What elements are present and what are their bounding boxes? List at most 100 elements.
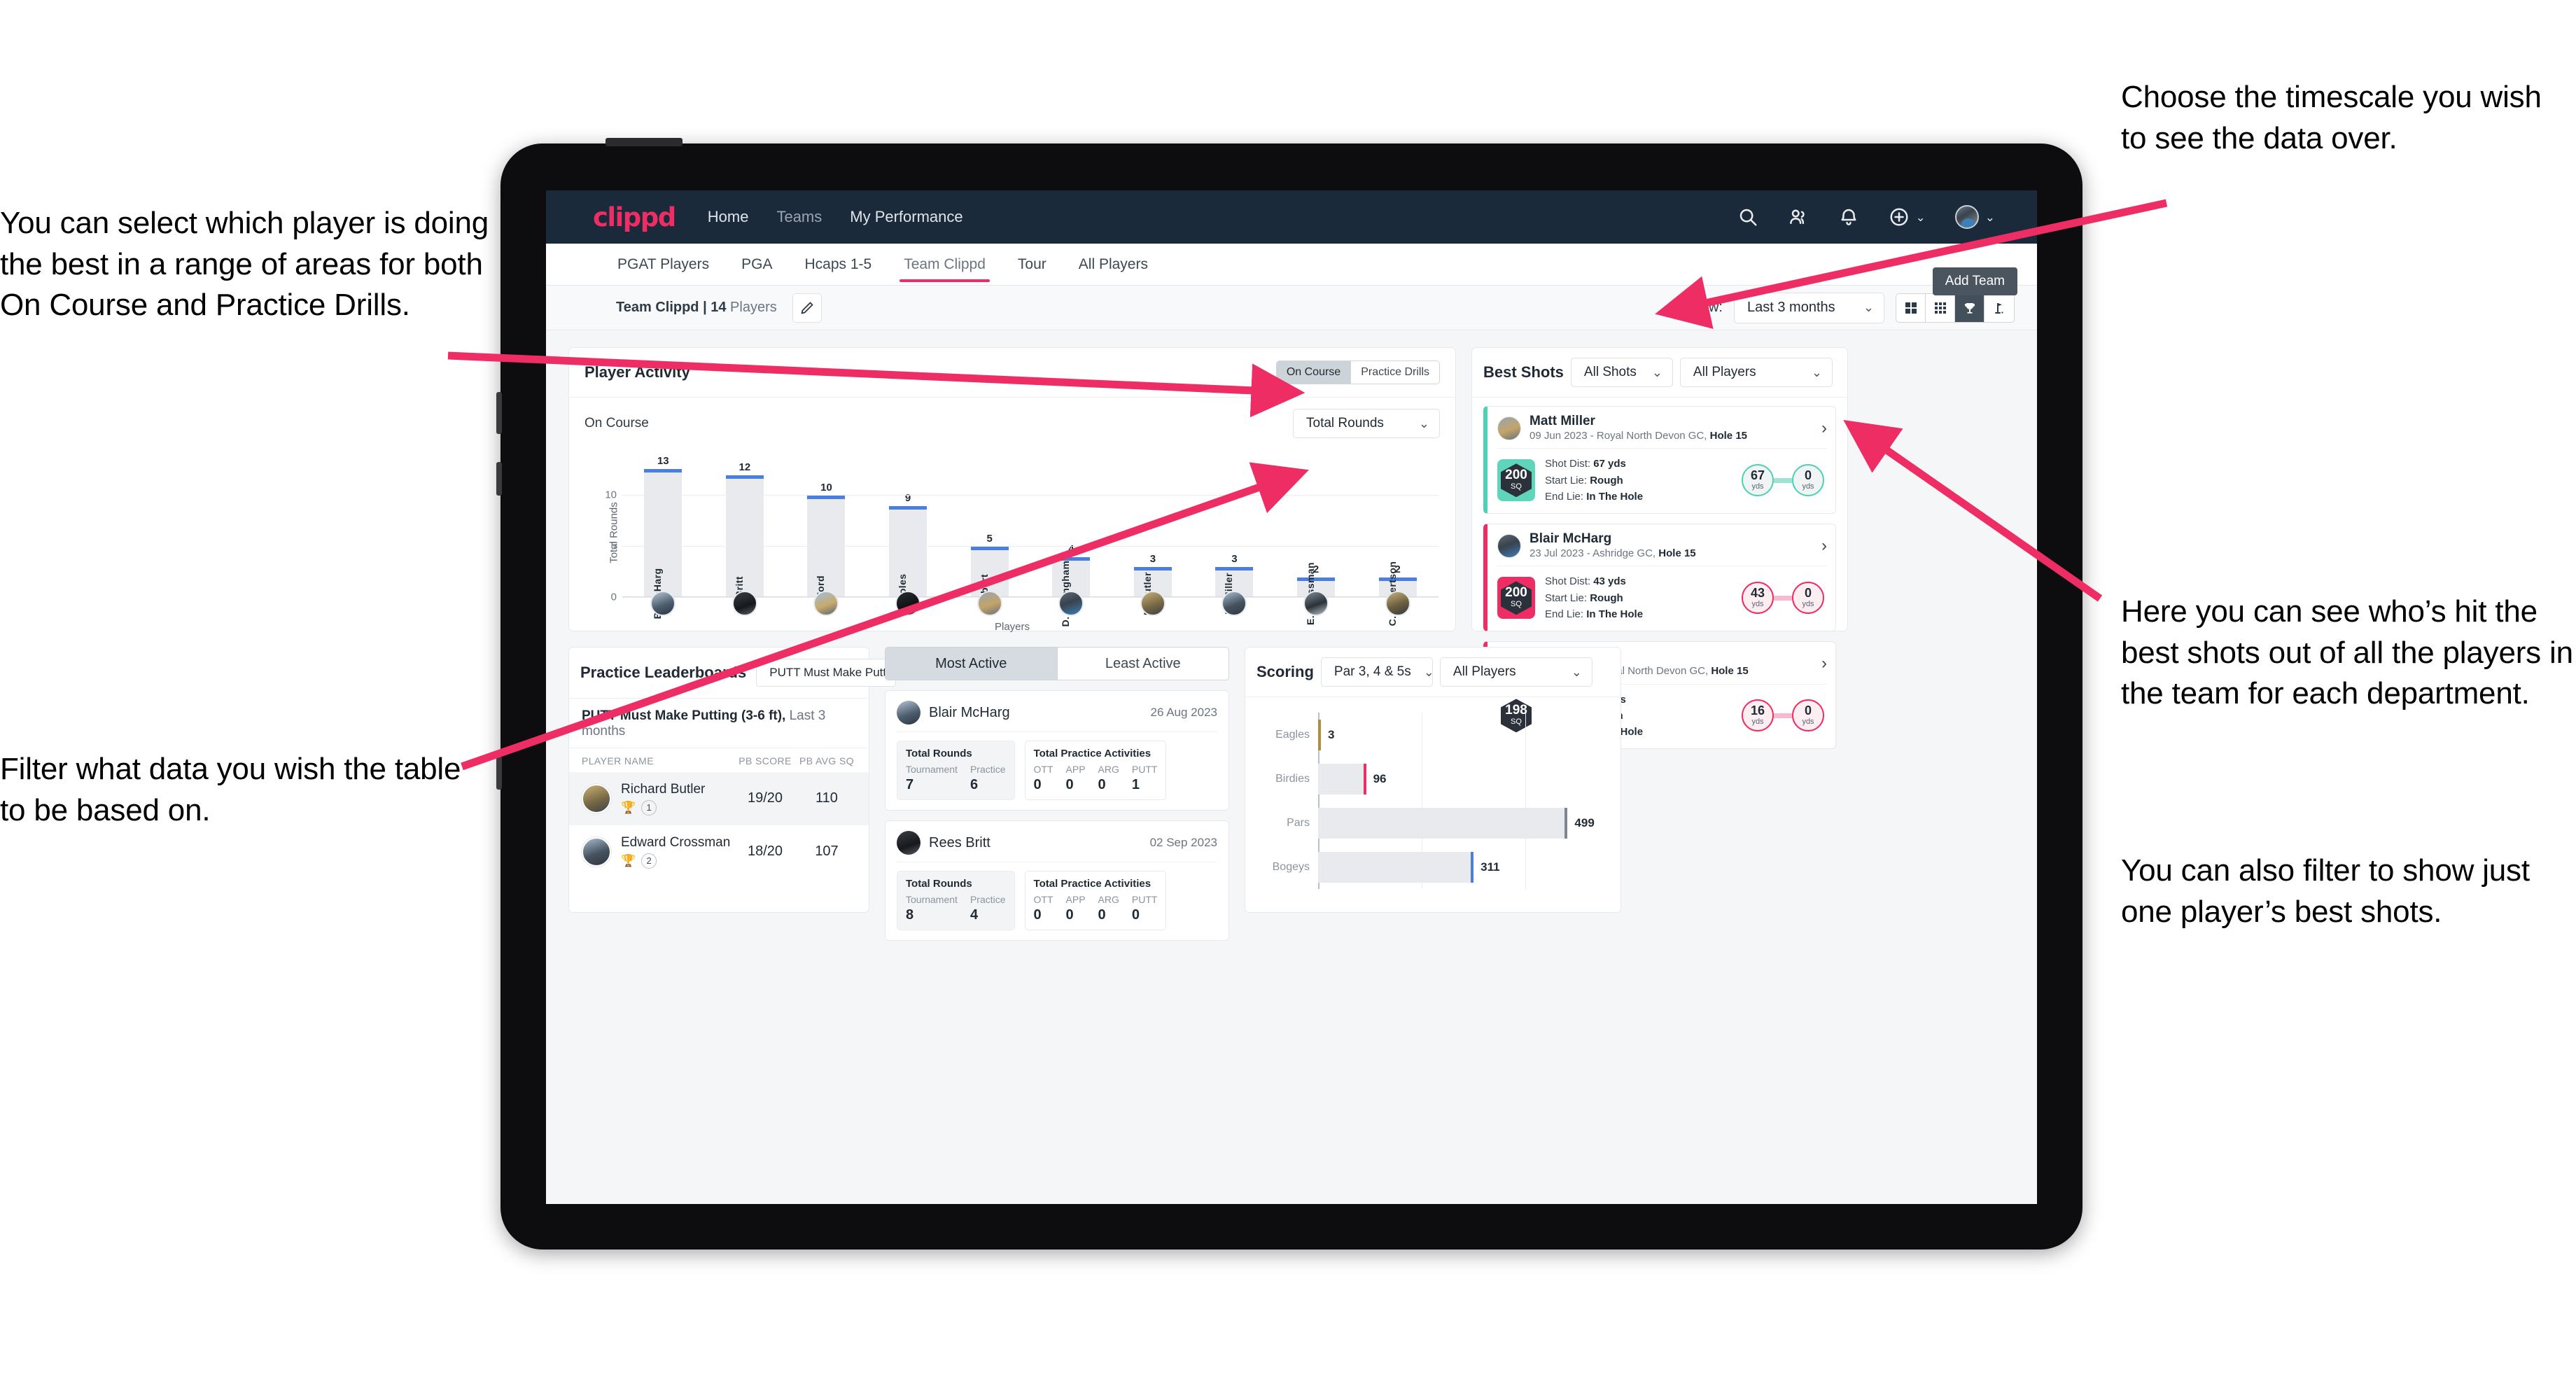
bell-icon[interactable] xyxy=(1838,206,1859,227)
shot-player-select[interactable]: All Players ⌄ xyxy=(1679,358,1833,387)
chart-bar[interactable]: B. McHarg xyxy=(644,469,682,619)
view-grid-large-button[interactable] xyxy=(1896,293,1926,322)
view-grid-small-button[interactable] xyxy=(1926,293,1955,322)
chart-bar[interactable]: J. Coles xyxy=(889,505,927,613)
clippd-logo[interactable]: clippd xyxy=(593,202,676,232)
chart-y-tick: 0 xyxy=(610,591,617,603)
best-shot-body: 200 SQ Shot Dist: 67 yds Start Lie: Rough En… xyxy=(1497,449,1827,505)
best-shot-card[interactable]: Blair McHarg 23 Jul 2023 - Ashridge GC, H… xyxy=(1483,524,1836,632)
start-lie-line: Start Lie: Rough xyxy=(1545,590,1643,606)
best-shot-meta: 09 Jun 2023 - Royal North Devon GC, Hole… xyxy=(1530,429,1747,443)
top-navbar: clippd Home Teams My Performance ⌄ ⌄ xyxy=(546,190,2037,244)
chevron-right-icon[interactable]: › xyxy=(1821,654,1827,672)
team-name: Team Clippd xyxy=(616,300,699,315)
tab-team-clippd[interactable]: Team Clippd xyxy=(899,246,990,282)
avatar[interactable] xyxy=(1954,205,1979,229)
chart-bar-value: 10 xyxy=(820,482,832,494)
shot-end-value: 0 xyxy=(1804,468,1812,482)
scoring-bar[interactable] xyxy=(1318,719,1321,750)
toggle-practice-drills[interactable]: Practice Drills xyxy=(1351,361,1439,384)
chart-bar[interactable]: R. Britt xyxy=(725,475,764,611)
profile-menu[interactable]: ⌄ xyxy=(1954,205,1995,229)
scoring-row: Eagles 3 xyxy=(1254,719,1608,750)
plus-circle-icon[interactable] xyxy=(1889,206,1910,227)
nav-link-my-performance[interactable]: My Performance xyxy=(850,208,962,226)
rounds-column: Practice 6 xyxy=(969,764,1006,792)
on-course-label: On Course xyxy=(584,416,649,430)
activity-date: 26 Aug 2023 xyxy=(1150,706,1217,719)
toggle-on-course[interactable]: On Course xyxy=(1276,361,1352,384)
chart-gridline: 5 xyxy=(611,540,1438,552)
activity-card[interactable]: Rees Britt 02 Sep 2023 Total Rounds Tournam… xyxy=(885,820,1229,941)
chevron-right-icon[interactable]: › xyxy=(1821,419,1827,437)
practice-column: OTT 0 xyxy=(1033,894,1054,923)
chevron-right-icon[interactable]: › xyxy=(1821,537,1827,554)
player-avatar[interactable] xyxy=(1222,591,1247,616)
tablet-top-button xyxy=(606,138,682,146)
player-avatar[interactable] xyxy=(1385,591,1410,616)
shot-start-unit: yds xyxy=(1751,482,1764,491)
chart-bar-column: 9J. Coles xyxy=(867,455,949,613)
scoring-row: Birdies 96 xyxy=(1254,763,1608,794)
player-avatar[interactable] xyxy=(1303,591,1329,616)
scoring-value: 96 xyxy=(1373,771,1387,785)
app-screen: clippd Home Teams My Performance ⌄ ⌄ PGA… xyxy=(546,190,2037,1204)
timescale-select[interactable]: Last 3 months ⌄ xyxy=(1734,292,1884,323)
best-shot-card[interactable]: Matt Miller 09 Jun 2023 - Royal North Dev… xyxy=(1483,406,1836,514)
scoring-player-value: All Players xyxy=(1452,664,1516,679)
avatar xyxy=(897,831,920,855)
player-avatar[interactable] xyxy=(813,591,839,616)
total-practice-title: Total Practice Activities xyxy=(1033,748,1152,760)
shot-type-select[interactable]: All Shots ⌄ xyxy=(1570,358,1673,387)
scoring-value: 3 xyxy=(1328,727,1335,741)
view-trophy-button[interactable] xyxy=(1955,293,1984,322)
tab-tour[interactable]: Tour xyxy=(1016,246,1048,282)
people-icon[interactable] xyxy=(1788,206,1809,227)
team-title: Team Clippd | 14 Players xyxy=(616,300,777,316)
add-menu[interactable]: ⌄ xyxy=(1889,206,1926,227)
shot-player-value: All Players xyxy=(1693,365,1756,379)
scoring-bar[interactable] xyxy=(1318,763,1366,794)
shot-distance-diagram: 16 yds 0 yds xyxy=(1742,699,1827,732)
table-row[interactable]: Edward Crossman 🏆 2 18/20 107 xyxy=(569,825,869,878)
player-avatar[interactable] xyxy=(650,591,676,616)
tab-least-active[interactable]: Least Active xyxy=(1058,648,1229,680)
chart-plot-area: 13B. McHarg12R. Britt10D. Ford9J. Coles5… xyxy=(605,455,1438,626)
tab-hcaps-1-5[interactable]: Hcaps 1-5 xyxy=(803,246,873,282)
scoring-bar[interactable] xyxy=(1318,851,1474,883)
tab-most-active[interactable]: Most Active xyxy=(886,648,1058,680)
total-rounds-title: Total Rounds xyxy=(906,878,972,890)
shot-dist-label: Shot Dist: xyxy=(1545,458,1594,470)
edit-team-button[interactable] xyxy=(792,293,822,323)
player-avatar[interactable] xyxy=(976,591,1002,616)
activity-tab-group: Most Active Least Active xyxy=(885,647,1229,680)
scoring-bar-wrap: 499 xyxy=(1318,807,1608,839)
player-avatar[interactable] xyxy=(1140,591,1166,616)
view-flag-button[interactable] xyxy=(1984,293,2014,322)
nav-link-teams[interactable]: Teams xyxy=(776,208,822,226)
tablet-side-button-2 xyxy=(496,462,502,496)
chart-gridline: 10 xyxy=(605,489,1438,501)
player-avatar[interactable] xyxy=(1058,591,1084,616)
scoring-player-select[interactable]: All Players ⌄ xyxy=(1439,657,1592,687)
best-shot-player-name: Blair McHarg xyxy=(1530,531,1612,547)
player-avatar[interactable] xyxy=(895,591,921,616)
activity-card[interactable]: Blair McHarg 26 Aug 2023 Total Rounds Tourn… xyxy=(885,690,1229,811)
par-select[interactable]: Par 3, 4 & 5s ⌄ xyxy=(1320,657,1434,687)
nav-link-home[interactable]: Home xyxy=(708,208,749,226)
tab-pga[interactable]: PGA xyxy=(740,246,774,282)
scoring-value: 499 xyxy=(1574,816,1595,830)
table-row[interactable]: Richard Butler 🏆 1 19/20 110 xyxy=(569,772,869,825)
end-lie-value: In The Hole xyxy=(1586,490,1644,503)
player-activity-subheader: On Course Total Rounds ⌄ xyxy=(569,398,1455,438)
tab-all-players[interactable]: All Players xyxy=(1077,246,1149,282)
search-icon[interactable] xyxy=(1737,206,1758,227)
metric-select[interactable]: Total Rounds ⌄ xyxy=(1293,409,1440,438)
drill-select[interactable]: PUTT Must Make Putting ... ⌄ xyxy=(756,659,939,687)
player-avatar[interactable] xyxy=(732,591,757,616)
tab-pgat-players[interactable]: PGAT Players xyxy=(616,246,710,282)
total-rounds-box: Total Rounds Tournament 7 Practice 6 xyxy=(897,741,1015,800)
annotation-left-top: You can select which player is doing the… xyxy=(0,206,489,323)
scoring-bar[interactable] xyxy=(1318,807,1568,839)
shot-dist-line: Shot Dist: 67 yds xyxy=(1545,456,1643,472)
